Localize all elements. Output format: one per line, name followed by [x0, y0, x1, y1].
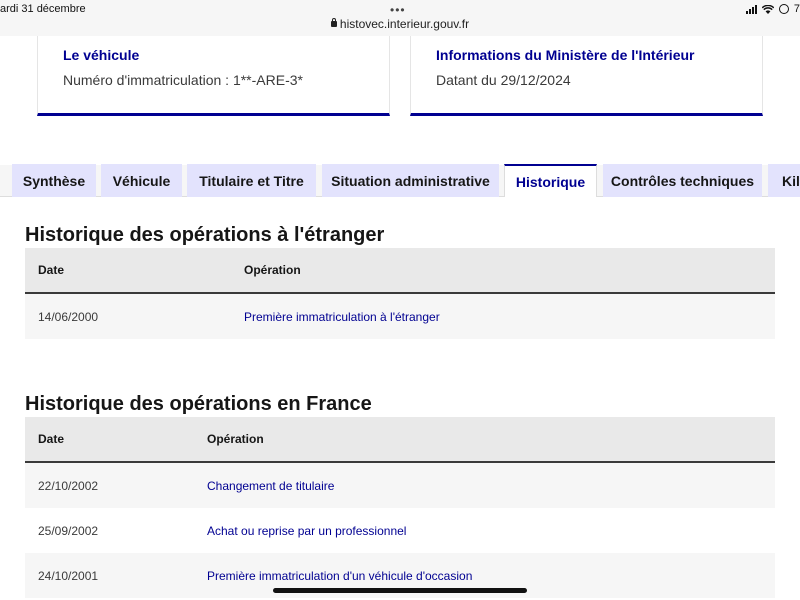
france-history-table: Date Opération 22/10/2002 Changement de …	[25, 417, 775, 598]
battery-percent: 7	[793, 3, 800, 15]
wifi-icon	[761, 4, 774, 14]
table-header: Date Opération	[25, 417, 775, 463]
data-date: Datant du 29/12/2024	[436, 72, 571, 88]
browser-top-bar: ardi 31 décembre ••• histovec.interieur.…	[0, 0, 800, 36]
row-date: 24/10/2001	[38, 569, 99, 583]
tab-kilometrage[interactable]: Kilo	[768, 164, 800, 197]
tab-synthese[interactable]: Synthèse	[12, 164, 96, 197]
status-indicators: 7	[745, 3, 800, 15]
row-operation: Changement de titulaire	[207, 479, 335, 493]
date-column-header: Date	[38, 263, 65, 277]
ministry-card: Informations du Ministère de l'Intérieur…	[410, 36, 763, 116]
row-operation: Achat ou reprise par un professionnel	[207, 524, 407, 538]
tab-controles-techniques[interactable]: Contrôles techniques	[603, 164, 762, 197]
table-row: 25/09/2002 Achat ou reprise par un profe…	[25, 508, 775, 553]
more-menu-dots-icon[interactable]: •••	[390, 3, 406, 17]
row-date: 14/06/2000	[38, 310, 99, 324]
tab-situation-administrative[interactable]: Situation administrative	[322, 164, 499, 197]
tab-titulaire-et-titre[interactable]: Titulaire et Titre	[187, 164, 316, 197]
url-text: histovec.interieur.gouv.fr	[339, 17, 470, 31]
vehicle-card-title: Le véhicule	[63, 47, 140, 63]
status-date: ardi 31 décembre	[0, 3, 86, 15]
tab-vehicule[interactable]: Véhicule	[101, 164, 182, 197]
row-operation: Première immatriculation d'un véhicule d…	[207, 569, 473, 583]
table-row: 22/10/2002 Changement de titulaire	[25, 463, 775, 508]
france-history-title: Historique des opérations en France	[25, 393, 372, 415]
ministry-card-title: Informations du Ministère de l'Intérieur	[436, 47, 695, 63]
lock-icon	[330, 18, 337, 27]
row-date: 22/10/2002	[38, 479, 99, 493]
table-row: 14/06/2000 Première immatriculation à l'…	[25, 294, 775, 339]
registration-number: Numéro d'immatriculation : 1**-ARE-3*	[63, 72, 303, 88]
home-indicator[interactable]	[273, 588, 527, 593]
orientation-lock-icon	[778, 4, 789, 14]
operation-column-header: Opération	[244, 263, 301, 277]
row-operation: Première immatriculation à l'étranger	[244, 310, 440, 324]
vehicle-card: Le véhicule Numéro d'immatriculation : 1…	[37, 36, 390, 116]
page-content: Le véhicule Numéro d'immatriculation : 1…	[0, 36, 800, 600]
tab-historique[interactable]: Historique	[504, 164, 597, 197]
foreign-history-title: Historique des opérations à l'étranger	[25, 224, 385, 246]
row-date: 25/09/2002	[38, 524, 99, 538]
table-header: Date Opération	[25, 248, 775, 294]
foreign-history-table: Date Opération 14/06/2000 Première immat…	[25, 248, 775, 339]
operation-column-header: Opération	[207, 432, 264, 446]
date-column-header: Date	[38, 432, 65, 446]
address-bar[interactable]: histovec.interieur.gouv.fr	[0, 17, 800, 31]
cellular-signal-icon	[745, 4, 757, 14]
